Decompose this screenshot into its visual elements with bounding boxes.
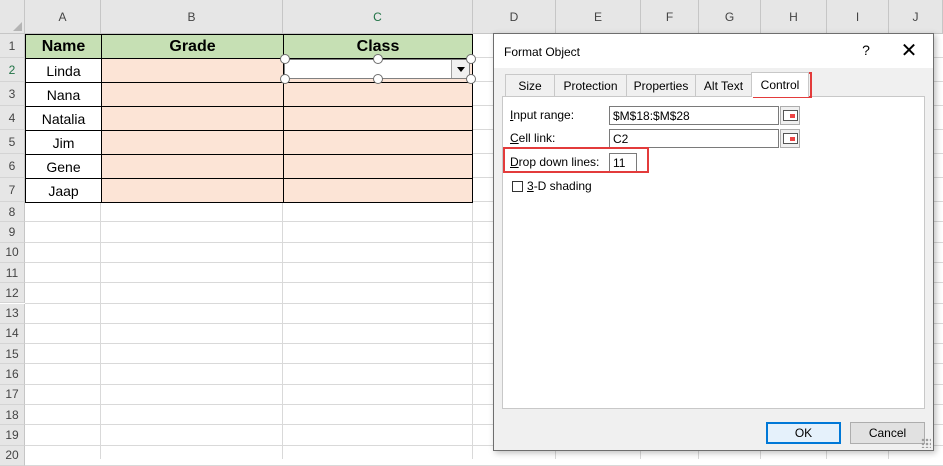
name-cell[interactable]: Jim [25,130,102,155]
cell-link-label: Cell link: [510,131,556,145]
header-name-cell[interactable]: Name [25,34,102,59]
row-header-9[interactable]: 9 [0,222,25,243]
3d-shading-checkbox[interactable] [512,181,523,192]
class-cell[interactable] [283,130,473,155]
column-header-i[interactable]: I [827,0,889,34]
resize-handle-top[interactable] [373,54,383,64]
name-cell[interactable]: Gene [25,154,102,179]
drop-down-lines-label: Drop down lines: [510,155,600,169]
grade-cell[interactable] [101,106,284,131]
column-header-a[interactable]: A [25,0,101,34]
tab-alt-text[interactable]: Alt Text [695,74,752,96]
resize-handle-bottom-left[interactable] [280,74,290,84]
row-header-17[interactable]: 17 [0,384,25,405]
row-header-5[interactable]: 5 [0,130,25,154]
grade-cell[interactable] [101,130,284,155]
row-header-1[interactable]: 1 [0,34,25,58]
column-header-b[interactable]: B [101,0,283,34]
control-tab-panel: Input range: $M$18:$M$28 Cell link: C2 D… [502,96,925,409]
dialog-titlebar[interactable]: Format Object ? ✕ [494,34,933,68]
column-header-f[interactable]: F [641,0,699,34]
row-header-11[interactable]: 11 [0,262,25,284]
row-header-4[interactable]: 4 [0,106,25,130]
cell-link-field[interactable]: C2 [609,129,779,148]
cell-link-collapse-button[interactable] [780,129,800,148]
row-header-19[interactable]: 19 [0,425,25,446]
row-header-13[interactable]: 13 [0,303,25,324]
drop-down-lines-field[interactable]: 11 [609,153,637,172]
name-cell[interactable]: Linda [25,58,102,83]
resize-handle-bottom-right[interactable] [466,74,476,84]
row-header-10[interactable]: 10 [0,242,25,263]
class-cell[interactable] [283,82,473,107]
format-object-dialog: Format Object ? ✕ Size Protection Proper… [493,33,934,451]
tab-size[interactable]: Size [505,74,555,96]
tab-control[interactable]: Control [751,72,809,97]
cell-reference-icon [782,133,798,144]
tab-properties[interactable]: Properties [626,74,696,96]
grade-cell[interactable] [101,178,284,203]
row-header-16[interactable]: 16 [0,364,25,385]
grade-cell[interactable] [101,58,284,83]
class-cell[interactable] [283,154,473,179]
column-header-j[interactable]: J [889,0,943,34]
row-header-6[interactable]: 6 [0,154,25,178]
column-header-h[interactable]: H [761,0,827,34]
column-header-d[interactable]: D [473,0,556,34]
row-header-20[interactable]: 20 [0,445,25,466]
ok-button[interactable]: OK [766,422,841,444]
row-header-2[interactable]: 2 [0,58,25,82]
row-header-18[interactable]: 18 [0,405,25,426]
resize-grip-icon[interactable] [921,438,931,448]
name-cell[interactable]: Jaap [25,178,102,203]
input-range-label: Input range: [510,108,575,122]
column-header-c[interactable]: C [283,0,473,34]
column-header-e[interactable]: E [556,0,641,34]
class-cell[interactable] [283,106,473,131]
row-header-8[interactable]: 8 [0,202,25,223]
resize-handle-top-right[interactable] [466,54,476,64]
row-header-15[interactable]: 15 [0,344,25,365]
input-range-field[interactable]: $M$18:$M$28 [609,106,779,125]
header-grade-cell[interactable]: Grade [101,34,284,59]
class-cell[interactable] [283,178,473,203]
cell-reference-icon [782,110,798,121]
tab-protection[interactable]: Protection [554,74,627,96]
3d-shading-label: 3-D shading [527,179,592,193]
dialog-title: Format Object [504,45,581,59]
row-header-7[interactable]: 7 [0,178,25,202]
cancel-button[interactable]: Cancel [850,422,925,444]
row-header-12[interactable]: 12 [0,283,25,304]
close-icon[interactable]: ✕ [898,38,920,63]
resize-handle-bottom[interactable] [373,74,383,84]
row-header-3[interactable]: 3 [0,82,25,106]
name-cell[interactable]: Nana [25,82,102,107]
grade-cell[interactable] [101,154,284,179]
name-cell[interactable]: Natalia [25,106,102,131]
input-range-collapse-button[interactable] [780,106,800,125]
grade-cell[interactable] [101,82,284,107]
resize-handle-top-left[interactable] [280,54,290,64]
help-icon[interactable]: ? [858,42,874,58]
column-header-g[interactable]: G [699,0,761,34]
select-all-corner[interactable] [0,0,25,34]
row-header-14[interactable]: 14 [0,323,25,345]
